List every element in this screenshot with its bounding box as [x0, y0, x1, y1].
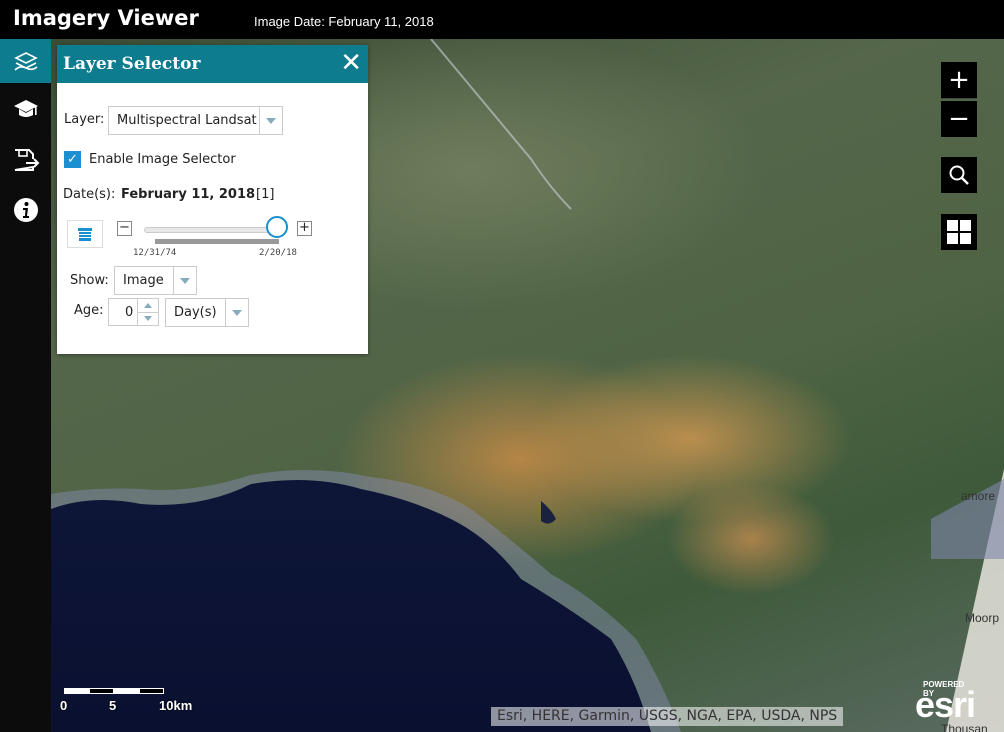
list-icon — [78, 228, 92, 241]
chevron-down-icon[interactable] — [137, 312, 158, 325]
slider-max-label: 2/20/18 — [259, 248, 297, 258]
scale-label-5: 5 — [109, 698, 117, 713]
zoom-in-button[interactable]: + — [941, 62, 977, 99]
enable-image-selector-checkbox[interactable]: ✓ — [64, 151, 81, 168]
checkmark-icon: ✓ — [67, 152, 78, 167]
app-header: Imagery Viewer Image Date: February 11, … — [0, 0, 1004, 39]
search-icon — [949, 165, 969, 185]
age-stepper[interactable]: 0 — [108, 298, 159, 326]
layer-select[interactable]: Multispectral Landsat — [108, 106, 283, 135]
show-select-value: Image — [123, 273, 164, 288]
chevron-up-icon[interactable] — [137, 299, 158, 313]
chevron-down-icon — [173, 267, 196, 294]
scale-label-0: 0 — [60, 698, 68, 713]
close-icon[interactable]: ✕ — [340, 49, 362, 77]
date-slider-track[interactable] — [144, 227, 283, 233]
image-date-label: Image Date: February 11, 2018 — [254, 14, 434, 29]
slider-decrement-button[interactable]: − — [117, 221, 132, 236]
left-toolbar — [0, 39, 51, 732]
layer-selector-panel: Layer Selector ✕ Layer: Multispectral La… — [57, 45, 368, 354]
date-slider-thumb[interactable] — [265, 216, 288, 238]
tutorial-button[interactable] — [0, 88, 51, 132]
panel-header: Layer Selector ✕ — [57, 45, 368, 83]
app-title: Imagery Viewer — [13, 6, 199, 30]
dates-count: [1] — [256, 187, 275, 202]
place-label: Moorp — [965, 611, 1000, 625]
map-attribution: Esri, HERE, Garmin, USGS, NGA, EPA, USDA… — [491, 707, 844, 726]
save-export-button[interactable] — [0, 138, 51, 182]
zoom-out-button[interactable]: − — [941, 101, 977, 137]
image-list-button[interactable] — [67, 220, 103, 248]
enable-image-selector-label: Enable Image Selector — [89, 152, 236, 167]
layer-label: Layer: — [64, 112, 105, 127]
layers-map-icon — [13, 52, 38, 71]
info-icon — [13, 198, 38, 222]
age-value: 0 — [125, 305, 134, 320]
slider-increment-button[interactable]: + — [297, 221, 312, 236]
dates-label: Date(s): — [63, 187, 116, 202]
info-button[interactable] — [0, 188, 51, 232]
map-search-button[interactable] — [941, 157, 977, 193]
date-slider-range — [155, 239, 279, 244]
slider-min-label: 12/31/74 — [133, 248, 177, 258]
show-label: Show: — [70, 273, 109, 288]
age-unit-value: Day(s) — [174, 305, 217, 320]
layer-select-value: Multispectral Landsat — [117, 113, 257, 128]
dates-value: February 11, 2018 — [121, 187, 256, 202]
chevron-down-icon — [259, 107, 282, 134]
esri-wordmark: esri — [915, 684, 976, 725]
place-label: amore — [961, 489, 996, 503]
panel-title: Layer Selector — [63, 54, 201, 74]
age-label: Age: — [74, 303, 104, 318]
graduation-cap-icon — [13, 100, 38, 117]
save-export-icon — [14, 149, 39, 171]
chevron-down-icon — [225, 299, 248, 326]
age-unit-select[interactable]: Day(s) — [165, 298, 249, 327]
scale-label-10km: 10km — [159, 698, 193, 713]
grid-icon — [947, 220, 971, 244]
basemap-gallery-button[interactable] — [941, 214, 977, 250]
show-select[interactable]: Image — [114, 266, 197, 295]
layer-selector-button[interactable] — [0, 39, 51, 83]
